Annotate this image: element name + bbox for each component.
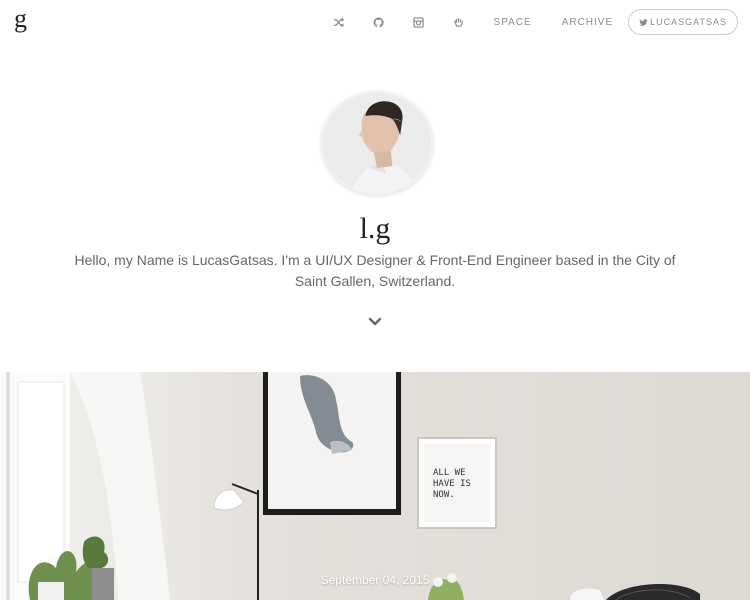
hand-icon[interactable] — [451, 14, 467, 30]
nav-link-space[interactable]: SPACE — [494, 17, 532, 28]
site-title: l.g — [359, 212, 391, 245]
twitter-label: LUCASGATSAS — [650, 17, 727, 27]
twitter-icon — [639, 18, 648, 26]
twitter-button[interactable]: LUCASGATSAS — [628, 9, 738, 35]
main-nav: SPACE ARCHIVE LUCASGATSAS — [319, 9, 738, 35]
nav-link-archive[interactable]: ARCHIVE — [562, 17, 613, 28]
poster-line-2: HAVE IS — [433, 479, 471, 489]
instagram-icon[interactable] — [411, 14, 427, 30]
site-logo[interactable]: g — [14, 6, 27, 32]
site-header: g SPACE ARCHIVE LUCASGATSAS — [0, 0, 750, 44]
bio-text: Hello, my Name is LucasGatsas. I'm a UI/… — [74, 252, 676, 289]
hero-image[interactable]: ALL WE HAVE IS NOW. September 04, 2015 — [0, 372, 750, 600]
shuffle-icon[interactable] — [331, 14, 347, 30]
post-date: September 04, 2015 — [320, 573, 430, 587]
profile-avatar — [321, 91, 433, 195]
chevron-down-icon[interactable] — [366, 315, 384, 329]
github-icon[interactable] — [371, 14, 387, 30]
poster-line-1: ALL WE — [433, 468, 466, 478]
poster-line-3: NOW. — [433, 490, 455, 500]
